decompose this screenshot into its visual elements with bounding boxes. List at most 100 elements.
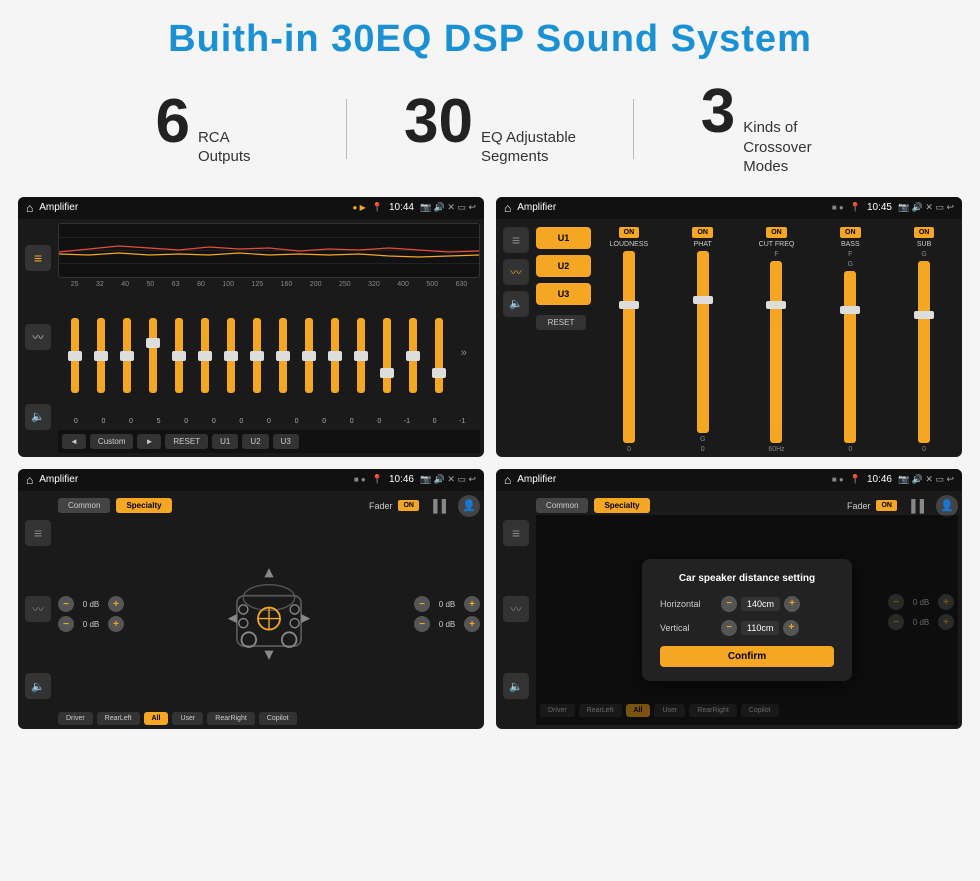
eq-u3-btn[interactable]: U3 [273,434,299,449]
fader-slider-icon: ▐▐ [429,499,446,513]
fader-person-icon[interactable]: 👤 [458,495,480,517]
distance-person-glyph: 👤 [940,499,954,512]
fader-minus-left-2[interactable]: − [58,616,74,632]
fader-specialty-tab[interactable]: Specialty [116,498,171,513]
eq-time: 10:44 [389,202,414,213]
loudness-toggle[interactable]: ON [619,227,640,238]
eq-prev-btn[interactable]: ◄ [62,434,86,449]
eq-slider-7[interactable] [227,318,235,393]
fader-driver-btn[interactable]: Driver [58,712,93,725]
eq-slider-9[interactable] [279,318,287,393]
fader-rearright-btn[interactable]: RearRight [207,712,255,725]
phat-slider[interactable] [697,251,709,433]
eq-val-2: 0 [97,418,109,425]
fader-user-btn[interactable]: User [172,712,203,725]
eq-val-12: 0 [373,418,385,425]
eq-status-icons: 📷 🔊 ✕ ▭ ↩ [420,202,476,213]
crossover-dot-icons: ■ ● [832,203,844,212]
distance-common-tab[interactable]: Common [536,498,588,513]
cutfreq-slider[interactable] [770,261,782,443]
horizontal-minus-btn[interactable]: − [721,596,737,612]
sub-slider[interactable] [918,261,930,443]
eq-dot-icons: ● ▶ [353,203,366,212]
crossover-u3-btn[interactable]: U3 [536,283,591,305]
fader-db-right-2: − 0 dB + [414,616,480,632]
distance-eq-btn[interactable]: ≡ [503,520,529,546]
eq-expand-icon[interactable]: » [461,347,467,359]
cutfreq-label: CUT FREQ [759,241,795,248]
eq-slider-11[interactable] [331,318,339,393]
eq-u1-btn[interactable]: U1 [212,434,238,449]
eq-slider-2[interactable] [97,318,105,393]
sub-toggle[interactable]: ON [914,227,935,238]
eq-slider-5[interactable] [175,318,183,393]
eq-slider-8[interactable] [253,318,261,393]
fader-common-tab[interactable]: Common [58,498,110,513]
fader-db-value-right-2: 0 dB [433,620,461,629]
fader-plus-right-2[interactable]: + [464,616,480,632]
fader-minus-right-1[interactable]: − [414,596,430,612]
horizontal-plus-btn[interactable]: + [784,596,800,612]
eq-location-icon: 📍 [372,202,383,213]
eq-slider-14[interactable] [409,318,417,393]
eq-sliders-row[interactable]: » [58,313,480,393]
fader-all-btn[interactable]: All [144,712,169,725]
eq-reset-btn[interactable]: RESET [165,434,208,449]
crossover-wave-btn[interactable]: 〰 [503,259,529,285]
crossover-reset-btn[interactable]: RESET [536,315,586,330]
crossover-speaker-btn[interactable]: 🔈 [503,291,529,317]
fader-copilot-btn[interactable]: Copilot [259,712,297,725]
fader-minus-left-1[interactable]: − [58,596,74,612]
phat-toggle[interactable]: ON [692,227,713,238]
eq-sidebar-btn-1[interactable]: ≡ [25,245,51,271]
distance-status-bar: ⌂ Amplifier ■ ● 📍 10:46 📷 🔊 ✕ ▭ ↩ [496,469,962,491]
eq-freq-80: 80 [197,281,205,288]
loudness-slider[interactable] [623,251,635,443]
eq-sidebar-btn-3[interactable]: 🔈 [25,404,51,430]
crossover-u1-btn[interactable]: U1 [536,227,591,249]
bass-slider[interactable] [844,271,856,443]
vertical-minus-btn[interactable]: − [721,620,737,636]
eq-custom-btn[interactable]: Custom [90,434,134,449]
distance-speaker-btn[interactable]: 🔈 [503,673,529,699]
fader-plus-left-1[interactable]: + [108,596,124,612]
eq-slider-12[interactable] [357,318,365,393]
eq-bottom-bar: ◄ Custom ► RESET U1 U2 U3 [58,430,480,453]
bass-toggle[interactable]: ON [840,227,861,238]
eq-u2-btn[interactable]: U2 [242,434,268,449]
crossover-eq-btn[interactable]: ≡ [503,227,529,253]
fader-eq-btn[interactable]: ≡ [25,520,51,546]
fader-wave-btn[interactable]: 〰 [25,596,51,622]
eq-slider-6[interactable] [201,318,209,393]
eq-slider-4[interactable] [149,318,157,393]
eq-val-5: 0 [180,418,192,425]
eq-slider-1[interactable] [71,318,79,393]
eq-next-btn[interactable]: ► [137,434,161,449]
crossover-u2-btn[interactable]: U2 [536,255,591,277]
fader-toggle[interactable]: ON [398,500,419,511]
fader-minus-right-2[interactable]: − [414,616,430,632]
stat-eq-number: 30 [404,91,473,153]
fader-speaker-btn[interactable]: 🔈 [25,673,51,699]
eq-sidebar-btn-2[interactable]: 〰 [25,324,51,350]
distance-fader-toggle[interactable]: ON [876,500,897,511]
cutfreq-thumb [766,301,786,309]
eq-slider-3[interactable] [123,318,131,393]
eq-slider-15[interactable] [435,318,443,393]
confirm-button[interactable]: Confirm [660,646,834,667]
distance-specialty-tab[interactable]: Specialty [594,498,649,513]
cutfreq-toggle[interactable]: ON [766,227,787,238]
cutfreq-bottom: 60Hz [768,446,784,453]
eq-slider-10[interactable] [305,318,313,393]
fader-time: 10:46 [389,474,414,485]
fader-plus-right-1[interactable]: + [464,596,480,612]
dialog-horizontal-label: Horizontal [660,599,715,609]
fader-plus-left-2[interactable]: + [108,616,124,632]
fader-rearleft-btn[interactable]: RearLeft [97,712,140,725]
distance-wave-btn[interactable]: 〰 [503,596,529,622]
distance-person-icon[interactable]: 👤 [936,495,958,517]
eq-sliders-area: 25 32 40 50 63 80 100 125 160 200 250 32… [58,281,480,425]
eq-slider-13[interactable] [383,318,391,393]
stat-eq-label: EQ Adjustable Segments [481,128,576,167]
vertical-plus-btn[interactable]: + [783,620,799,636]
